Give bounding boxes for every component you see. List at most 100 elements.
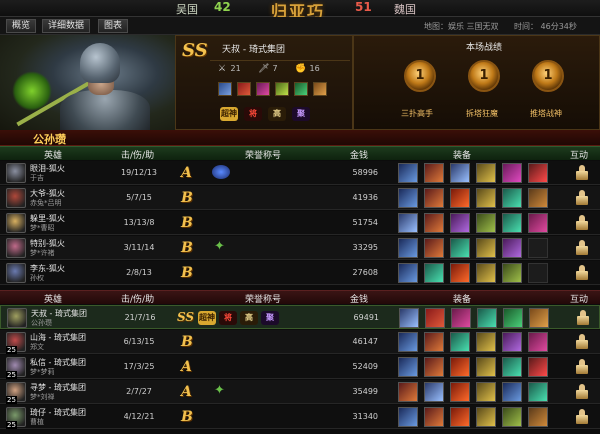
thumbs-up-icon[interactable] [576,310,590,326]
tab-charts[interactable]: 图表 [98,19,129,33]
axe-item-icon[interactable] [502,332,522,352]
kda-value: 17/3/25 [123,362,155,371]
grade-ss-badge: SS [182,40,208,61]
sword-item-icon[interactable] [218,82,232,96]
wu-score: 42 [214,0,231,14]
boot-item-icon[interactable] [476,163,496,183]
claw-item-icon[interactable] [424,357,444,377]
boot-item-icon[interactable] [476,263,496,283]
axe-item-icon[interactable] [450,213,470,233]
claw-item-icon[interactable] [424,163,444,183]
potion-item-icon[interactable] [451,308,471,328]
orb-item-icon[interactable] [528,163,548,183]
gem-item-icon[interactable] [424,263,444,283]
boot-item-icon[interactable] [476,332,496,352]
potion-item-icon[interactable] [528,332,548,352]
armor-item-icon[interactable] [476,213,496,233]
gem-item-icon[interactable] [450,332,470,352]
claw-item-icon[interactable] [424,407,444,427]
col-interact: 互动 [570,151,589,161]
gem-item-icon[interactable] [477,308,497,328]
blade-item-icon[interactable] [398,238,418,258]
avatar[interactable] [6,163,26,183]
banner-player-name: 天叔 - 琦式集团 [222,45,285,55]
avatar[interactable] [6,213,26,233]
flame-item-icon[interactable] [237,82,251,96]
grade-badge: B [181,190,193,206]
blade-item-icon[interactable] [398,332,418,352]
thumbs-up-icon[interactable] [575,265,589,281]
leaf-item-icon[interactable] [503,308,523,328]
money-value: 41936 [352,193,378,202]
boot-item-icon[interactable] [476,407,496,427]
boot-item-icon[interactable] [476,357,496,377]
flame-item-icon[interactable] [425,308,445,328]
fire-item-icon[interactable] [450,357,470,377]
empty-slot [528,238,548,258]
blade-item-icon[interactable] [398,357,418,377]
boot-item-icon[interactable] [476,238,496,258]
ring-item-icon[interactable] [502,163,522,183]
shield-item-icon[interactable] [528,407,548,427]
claw-item-icon[interactable] [424,238,444,258]
thumbs-up-icon[interactable] [575,190,589,206]
col-interact: 互动 [570,295,589,305]
sword-item-icon[interactable] [399,308,419,328]
thumbs-up-icon[interactable] [575,240,589,256]
boot-item-icon[interactable] [476,188,496,208]
sword-item-icon[interactable] [424,382,444,402]
potion-item-icon[interactable] [256,82,270,96]
thumbs-up-icon[interactable] [575,165,589,181]
boot-item-icon[interactable] [476,382,496,402]
axe-item-icon[interactable] [502,238,522,258]
thumbs-up-icon[interactable] [575,215,589,231]
thumbs-up-icon[interactable] [575,334,589,350]
grade-badge: B [181,334,193,350]
shield-item-icon[interactable] [528,188,548,208]
claw-item-icon[interactable] [424,188,444,208]
blade-item-icon[interactable] [398,263,418,283]
shoe-item-icon[interactable] [313,82,327,96]
blade-item-icon[interactable] [398,188,418,208]
gem-item-icon[interactable] [502,357,522,377]
avatar[interactable] [6,188,26,208]
orb-item-icon[interactable] [528,357,548,377]
leaf-item-icon[interactable] [294,82,308,96]
tab-overview[interactable]: 概览 [6,19,37,33]
thumbs-up-icon[interactable] [575,409,589,425]
gem-item-icon[interactable] [502,188,522,208]
claw-item-icon[interactable] [398,382,418,402]
blade-item-icon[interactable] [398,163,418,183]
blade-item-icon[interactable] [398,407,418,427]
gem-item-icon[interactable] [275,82,289,96]
armor-item-icon[interactable] [502,263,522,283]
hero-name: 赤兔*吕明 [30,199,62,207]
gem-item-icon[interactable] [528,382,548,402]
gem-item-icon[interactable] [450,238,470,258]
money-value: 46147 [352,337,378,346]
table-row: 天叔 - 琦式集团 公孙瓒 21/7/16 SS 超神将高聚 69491 [0,305,600,329]
money-value: 35499 [352,387,378,396]
potion-item-icon[interactable] [528,213,548,233]
blade-item-icon[interactable] [502,382,522,402]
sword-item-icon[interactable] [398,213,418,233]
kda-value: 13/13/8 [123,218,155,227]
fire-item-icon[interactable] [450,382,470,402]
sword-item-icon[interactable] [450,163,470,183]
thumbs-up-icon[interactable] [575,359,589,375]
thumbs-up-icon[interactable] [575,384,589,400]
claw-item-icon[interactable] [424,332,444,352]
claw-item-icon[interactable] [424,213,444,233]
fire-item-icon[interactable] [450,188,470,208]
avatar[interactable] [6,238,26,258]
tab-detailed-data[interactable]: 详细数据 [42,19,91,33]
fire-item-icon[interactable] [450,407,470,427]
avatar[interactable] [6,263,26,283]
col-hero: 英雄 [44,295,63,305]
honor-badge: 高 [240,311,258,325]
avatar[interactable] [7,308,27,328]
shoe-item-icon[interactable] [529,308,549,328]
gem-item-icon[interactable] [502,213,522,233]
armor-item-icon[interactable] [502,407,522,427]
fire-item-icon[interactable] [450,263,470,283]
